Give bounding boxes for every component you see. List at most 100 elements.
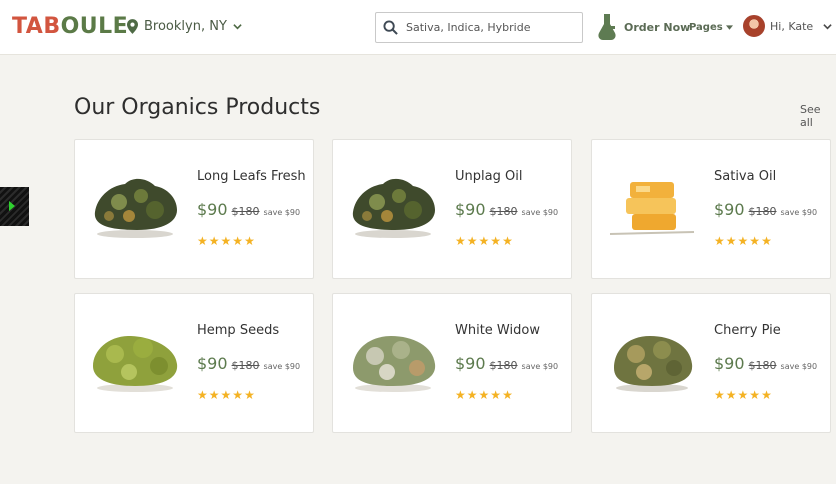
brand-logo-part1: TAB [12, 14, 61, 39]
star-icon: ★ [208, 388, 220, 402]
star-icon: ★ [220, 388, 232, 402]
chevron-down-icon [233, 24, 242, 30]
product-save: save $90 [263, 362, 301, 371]
product-price-row: $90 $180 save $90 [197, 200, 300, 219]
product-price-row: $90 $180 save $90 [197, 354, 300, 373]
product-price-row: $90 $180 save $90 [455, 200, 558, 219]
product-save: save $90 [263, 208, 301, 217]
star-icon: ★ [244, 234, 255, 248]
pages-label: Pages [689, 22, 723, 33]
star-icon: ★ [478, 234, 490, 248]
side-toggle-tab[interactable] [0, 187, 29, 226]
product-price-row: $90 $180 save $90 [714, 200, 817, 219]
star-icon: ★ [502, 234, 513, 248]
pages-menu[interactable]: Pages [689, 22, 733, 33]
star-icon: ★ [466, 388, 478, 402]
star-icon: ★ [490, 388, 502, 402]
star-icon: ★ [714, 388, 725, 402]
product-name[interactable]: Long Leafs Fresh [197, 169, 306, 184]
product-image[interactable] [347, 326, 439, 394]
product-card[interactable]: Unplag Oil $90 $180 save $90 ★ ★ ★ ★ ★ [332, 139, 572, 279]
product-image[interactable] [606, 172, 698, 240]
product-card[interactable]: Hemp Seeds $90 $180 save $90 ★ ★ ★ ★ ★ [74, 293, 314, 433]
product-save: save $90 [780, 362, 818, 371]
product-card[interactable]: Cherry Pie $90 $180 save $90 ★ ★ ★ ★ ★ [591, 293, 831, 433]
map-pin-icon [127, 19, 138, 34]
star-icon: ★ [466, 234, 478, 248]
star-icon: ★ [490, 234, 502, 248]
product-price: $90 [714, 354, 745, 373]
product-save: save $90 [521, 208, 559, 217]
product-image[interactable] [89, 326, 181, 394]
location-selector[interactable]: Brooklyn, NY [127, 19, 242, 34]
brand-logo-part2: OULE [60, 14, 129, 39]
avatar [743, 15, 765, 37]
rating-stars: ★ ★ ★ ★ ★ [714, 235, 773, 247]
see-all-link[interactable]: See all [800, 103, 836, 129]
bong-icon [598, 14, 616, 40]
star-icon: ★ [197, 388, 208, 402]
star-icon: ★ [232, 234, 244, 248]
product-card[interactable]: Sativa Oil $90 $180 save $90 ★ ★ ★ ★ ★ [591, 139, 831, 279]
rating-stars: ★ ★ ★ ★ ★ [197, 389, 256, 401]
product-old-price: $180 [748, 359, 777, 372]
top-header: TABOULE Brooklyn, NY Order Now Pages Hi,… [0, 0, 836, 55]
star-icon: ★ [749, 234, 761, 248]
product-old-price: $180 [231, 359, 260, 372]
product-price: $90 [714, 200, 745, 219]
star-icon: ★ [208, 234, 220, 248]
product-image[interactable] [606, 326, 698, 394]
star-icon: ★ [725, 234, 737, 248]
rating-stars: ★ ★ ★ ★ ★ [197, 235, 256, 247]
caret-down-icon [725, 25, 733, 30]
product-name[interactable]: Hemp Seeds [197, 323, 279, 338]
product-old-price: $180 [748, 205, 777, 218]
product-image[interactable] [89, 172, 181, 240]
user-greeting: Hi, Kate [770, 19, 814, 33]
star-icon: ★ [761, 388, 772, 402]
rating-stars: ★ ★ ★ ★ ★ [455, 235, 514, 247]
star-icon: ★ [761, 234, 772, 248]
product-name[interactable]: Sativa Oil [714, 169, 776, 184]
product-old-price: $180 [489, 359, 518, 372]
product-price: $90 [197, 354, 228, 373]
rating-stars: ★ ★ ★ ★ ★ [714, 389, 773, 401]
star-icon: ★ [725, 388, 737, 402]
star-icon: ★ [714, 234, 725, 248]
search-input[interactable] [406, 21, 576, 34]
star-icon: ★ [455, 388, 466, 402]
product-card[interactable]: Long Leafs Fresh $90 $180 save $90 ★ ★ ★ ★ ★ [74, 139, 314, 279]
section-title: Our Organics Products [74, 95, 321, 120]
star-icon: ★ [737, 234, 749, 248]
product-price: $90 [455, 200, 486, 219]
product-save: save $90 [521, 362, 559, 371]
product-save: save $90 [780, 208, 818, 217]
order-now-label: Order Now [624, 21, 691, 34]
location-label: Brooklyn, NY [144, 19, 227, 34]
star-icon: ★ [737, 388, 749, 402]
product-price-row: $90 $180 save $90 [714, 354, 817, 373]
star-icon: ★ [197, 234, 208, 248]
product-name[interactable]: Unplag Oil [455, 169, 522, 184]
search-icon[interactable] [383, 20, 398, 35]
play-arrow-icon [9, 201, 15, 211]
star-icon: ★ [220, 234, 232, 248]
star-icon: ★ [232, 388, 244, 402]
product-old-price: $180 [231, 205, 260, 218]
order-now-button[interactable]: Order Now [598, 14, 690, 41]
product-price-row: $90 $180 save $90 [455, 354, 558, 373]
brand-logo[interactable]: TABOULE [12, 14, 128, 39]
product-price: $90 [197, 200, 228, 219]
product-name[interactable]: Cherry Pie [714, 323, 781, 338]
chevron-down-icon [823, 23, 832, 29]
star-icon: ★ [502, 388, 513, 402]
rating-stars: ★ ★ ★ ★ ★ [455, 389, 514, 401]
product-image[interactable] [347, 172, 439, 240]
star-icon: ★ [455, 234, 466, 248]
star-icon: ★ [478, 388, 490, 402]
product-old-price: $180 [489, 205, 518, 218]
user-menu[interactable]: Hi, Kate [743, 15, 832, 37]
search-box [375, 12, 583, 43]
product-card[interactable]: White Widow $90 $180 save $90 ★ ★ ★ ★ ★ [332, 293, 572, 433]
product-name[interactable]: White Widow [455, 323, 540, 338]
